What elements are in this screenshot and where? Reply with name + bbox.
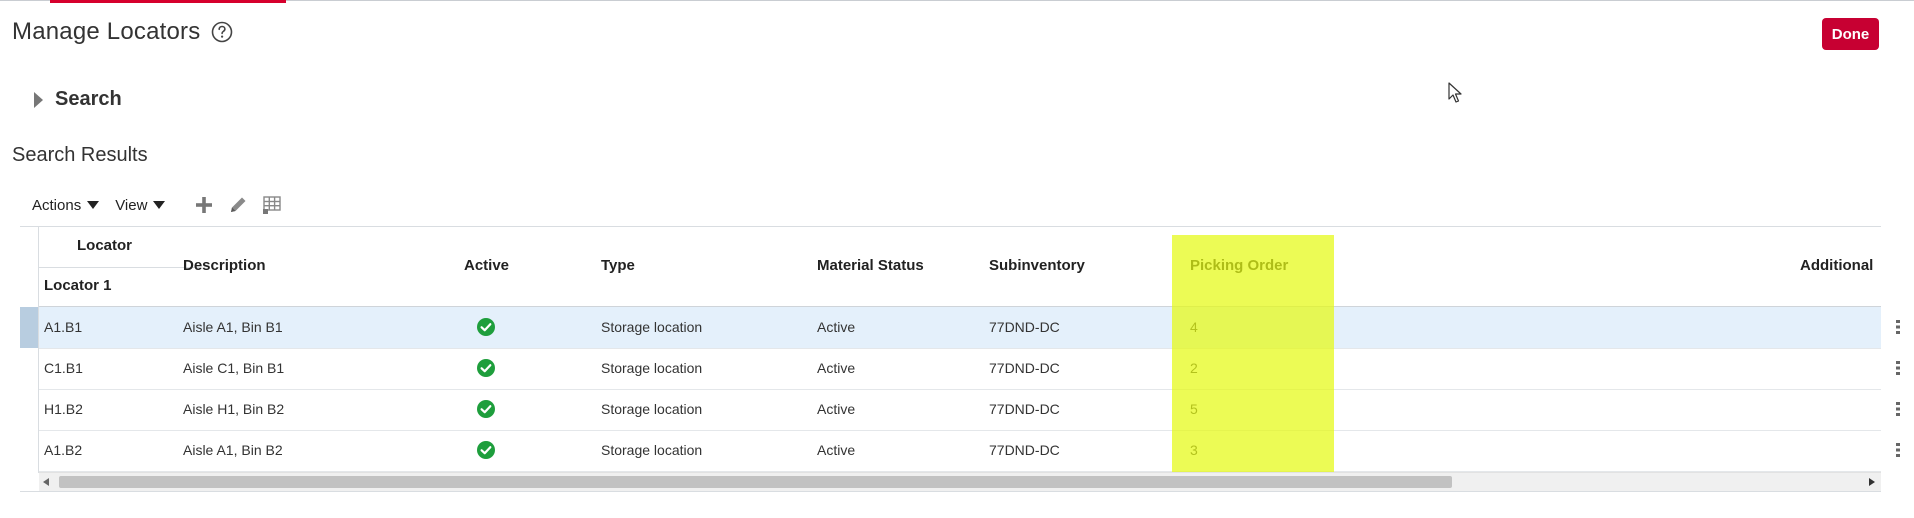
edit-pencil-icon[interactable] bbox=[227, 194, 249, 216]
cell-picking-order[interactable]: 4 bbox=[1190, 319, 1198, 335]
view-menu-label: View bbox=[115, 196, 148, 214]
top-border bbox=[0, 0, 1914, 1]
scroll-right-arrow-icon[interactable] bbox=[1869, 478, 1875, 486]
column-group-locator: Locator bbox=[77, 237, 133, 254]
table-bottom-border bbox=[20, 491, 1881, 492]
column-header-additional[interactable]: Additional bbox=[1800, 257, 1873, 274]
cell-type: Storage location bbox=[601, 442, 703, 458]
cell-picking-order[interactable]: 2 bbox=[1190, 360, 1198, 376]
done-button[interactable]: Done bbox=[1822, 18, 1879, 50]
view-caret-icon bbox=[153, 201, 166, 209]
table-row[interactable]: H1.B2 Aisle H1, Bin B2 Storage location … bbox=[39, 389, 1900, 431]
actions-caret-icon bbox=[87, 201, 100, 209]
row-overflow-icon[interactable] bbox=[1896, 402, 1900, 416]
column-header-material-status[interactable]: Material Status bbox=[817, 257, 924, 274]
row-selector-rail bbox=[20, 227, 38, 493]
column-header-subinventory[interactable]: Subinventory bbox=[989, 257, 1085, 274]
cell-description: Aisle H1, Bin B2 bbox=[183, 401, 285, 417]
scroll-left-arrow-icon[interactable] bbox=[43, 478, 49, 486]
scrollbar-thumb[interactable] bbox=[59, 476, 1452, 488]
cell-locator-1: A1.B2 bbox=[44, 442, 83, 458]
active-check-icon bbox=[477, 400, 495, 418]
search-section-label: Search bbox=[55, 88, 122, 110]
row-overflow-icon[interactable] bbox=[1896, 320, 1900, 334]
cell-picking-order[interactable]: 5 bbox=[1190, 401, 1198, 417]
cell-subinventory: 77DND-DC bbox=[989, 442, 1060, 458]
cell-material-status: Active bbox=[817, 319, 856, 335]
cell-locator-1: H1.B2 bbox=[44, 401, 83, 417]
actions-menu[interactable]: Actions bbox=[32, 196, 100, 214]
cell-subinventory: 77DND-DC bbox=[989, 401, 1060, 417]
header-group-divider bbox=[39, 267, 199, 268]
view-menu[interactable]: View bbox=[115, 196, 166, 214]
active-check-icon bbox=[477, 318, 495, 336]
cell-type: Storage location bbox=[601, 401, 703, 417]
cell-locator-1: A1.B1 bbox=[44, 319, 83, 335]
active-check-icon bbox=[477, 359, 495, 377]
row-overflow-icon[interactable] bbox=[1896, 361, 1900, 375]
search-results-title: Search Results bbox=[12, 144, 148, 166]
cell-picking-order[interactable]: 3 bbox=[1190, 442, 1198, 458]
mouse-cursor-icon bbox=[1448, 82, 1464, 104]
locators-table: Locator Locator 1 Description Active Typ… bbox=[20, 226, 1900, 493]
cell-material-status: Active bbox=[817, 360, 856, 376]
column-header-locator-1[interactable]: Locator 1 bbox=[44, 277, 112, 294]
cell-subinventory: 77DND-DC bbox=[989, 360, 1060, 376]
expand-triangle-icon bbox=[34, 91, 43, 108]
column-header-description[interactable]: Description bbox=[183, 257, 266, 274]
cell-description: Aisle A1, Bin B1 bbox=[183, 319, 283, 335]
help-icon[interactable] bbox=[210, 20, 234, 44]
cell-material-status: Active bbox=[817, 401, 856, 417]
column-header-active[interactable]: Active bbox=[464, 257, 509, 274]
cell-type: Storage location bbox=[601, 360, 703, 376]
cell-subinventory: 77DND-DC bbox=[989, 319, 1060, 335]
actions-menu-label: Actions bbox=[32, 196, 82, 214]
column-header-type[interactable]: Type bbox=[601, 257, 635, 274]
add-icon[interactable] bbox=[193, 194, 215, 216]
selected-row-marker[interactable] bbox=[20, 307, 38, 348]
table-row[interactable]: A1.B1 Aisle A1, Bin B1 Storage location … bbox=[39, 307, 1900, 349]
cell-description: Aisle A1, Bin B2 bbox=[183, 442, 283, 458]
page-title: Manage Locators bbox=[12, 18, 201, 45]
cell-type: Storage location bbox=[601, 319, 703, 335]
search-section-toggle[interactable]: Search bbox=[34, 88, 122, 111]
page-header: Manage Locators bbox=[12, 18, 234, 46]
cell-description: Aisle C1, Bin B1 bbox=[183, 360, 285, 376]
freeze-columns-icon[interactable] bbox=[261, 194, 283, 216]
table-row[interactable]: A1.B2 Aisle A1, Bin B2 Storage location … bbox=[39, 430, 1900, 472]
table-row[interactable]: C1.B1 Aisle C1, Bin B1 Storage location … bbox=[39, 348, 1900, 390]
cell-locator-1: C1.B1 bbox=[44, 360, 83, 376]
column-header-picking-order[interactable]: Picking Order bbox=[1190, 257, 1288, 274]
cell-material-status: Active bbox=[817, 442, 856, 458]
active-check-icon bbox=[477, 441, 495, 459]
horizontal-scrollbar[interactable] bbox=[39, 472, 1881, 491]
top-accent-bar bbox=[50, 0, 286, 3]
table-toolbar: Actions View bbox=[32, 192, 283, 218]
row-overflow-icon[interactable] bbox=[1896, 443, 1900, 457]
